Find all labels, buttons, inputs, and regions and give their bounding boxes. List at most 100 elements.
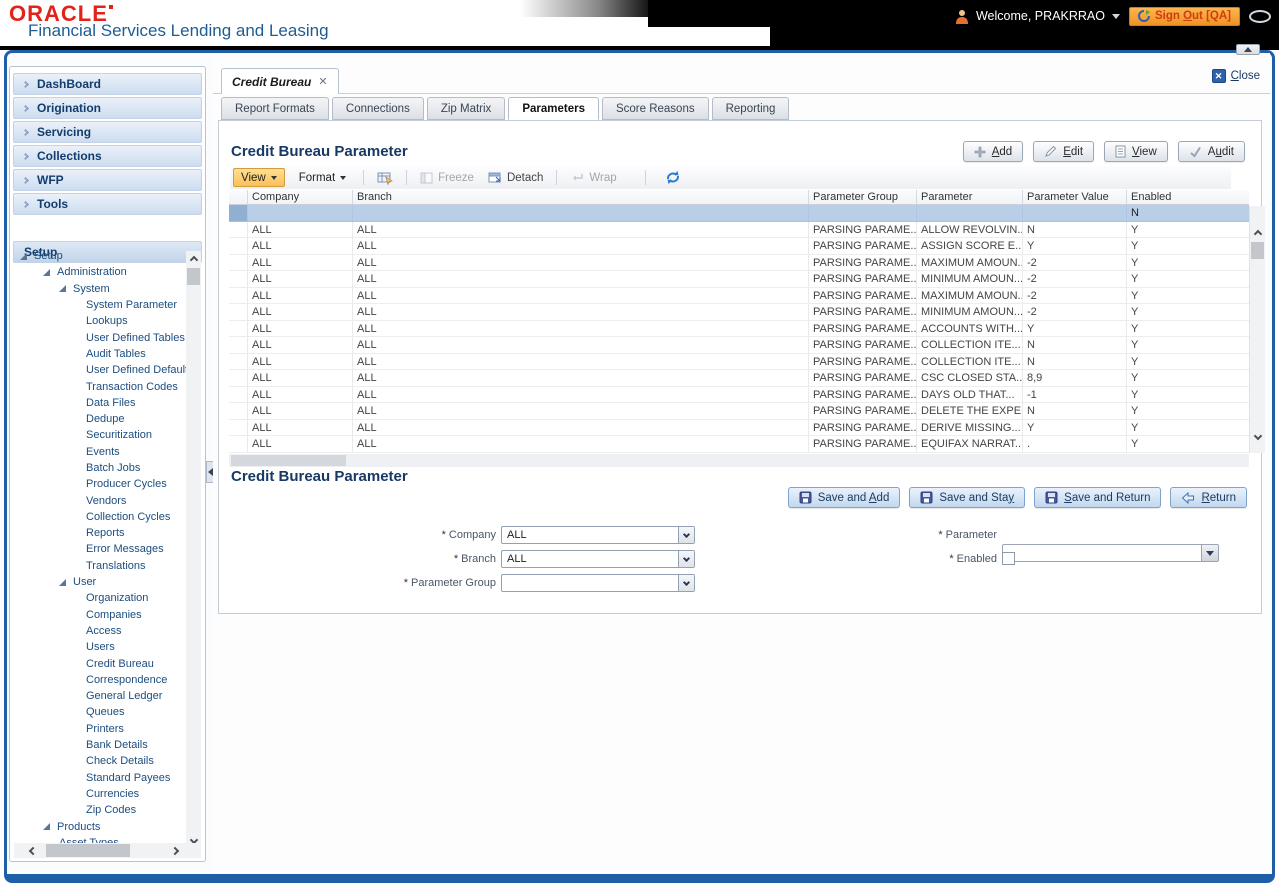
tree-item[interactable]: Correspondence xyxy=(14,672,190,688)
sidebar-menu-item[interactable]: Servicing xyxy=(13,121,202,143)
tree-item[interactable]: Reports xyxy=(14,525,190,541)
tree-item[interactable]: User Defined Tables xyxy=(14,329,190,345)
tree-item[interactable]: Organization xyxy=(14,590,190,606)
scroll-left-arrow[interactable] xyxy=(22,843,40,858)
table-row[interactable]: ALL ALL PARSING PARAME... MINIMUM AMOUN.… xyxy=(229,304,1249,321)
tree-item[interactable]: Producer Cycles xyxy=(14,476,190,492)
sidebar-menu-item[interactable]: Collections xyxy=(13,145,202,167)
save-and-stay-button[interactable]: Save and Stay xyxy=(909,487,1026,508)
tree-item[interactable]: Currencies xyxy=(14,786,190,802)
scroll-up-arrow[interactable] xyxy=(1250,224,1265,240)
tree-vertical-scrollbar[interactable] xyxy=(186,251,201,849)
tree-item[interactable]: Collection Cycles xyxy=(14,509,190,525)
table-row[interactable]: ALL ALL PARSING PARAME... CSC CLOSED STA… xyxy=(229,370,1249,387)
column-header-parameter-group[interactable]: Parameter Group xyxy=(809,190,917,204)
tree-expanded-icon[interactable] xyxy=(59,285,66,293)
branch-select[interactable]: ALL xyxy=(501,550,695,568)
table-vertical-scrollbar[interactable] xyxy=(1249,206,1265,453)
tree-horizontal-scrollbar[interactable] xyxy=(14,843,201,858)
tree-item[interactable]: Audit Tables xyxy=(14,346,190,362)
tree-item[interactable]: Products xyxy=(14,818,190,834)
tree-item[interactable]: Queues xyxy=(14,704,190,720)
subtab[interactable]: Report Formats xyxy=(221,97,329,120)
table-row[interactable]: ALL ALL PARSING PARAME... ASSIGN SCORE E… xyxy=(229,238,1249,255)
sidebar-menu-item[interactable]: DashBoard xyxy=(13,73,202,95)
parameter-group-select[interactable] xyxy=(501,574,695,592)
table-horizontal-scrollbar[interactable] xyxy=(229,454,1249,467)
column-header-branch[interactable]: Branch xyxy=(353,190,809,204)
tab-close-icon[interactable]: ✕ xyxy=(318,75,327,88)
tree-item[interactable]: Events xyxy=(14,444,190,460)
company-select[interactable]: ALL xyxy=(501,526,695,544)
tree-item[interactable]: Check Details xyxy=(14,753,190,769)
audit-button[interactable]: Audit xyxy=(1177,141,1245,162)
column-header-parameter-value[interactable]: Parameter Value xyxy=(1023,190,1127,204)
detach-button[interactable]: Detach xyxy=(484,171,547,184)
tree-item[interactable]: Zip Codes xyxy=(14,802,190,818)
tree-item[interactable]: Dedupe xyxy=(14,411,190,427)
sidebar-menu-item[interactable]: Origination xyxy=(13,97,202,119)
tree-item[interactable]: Lookups xyxy=(14,313,190,329)
table-row[interactable]: ALL ALL PARSING PARAME... COLLECTION ITE… xyxy=(229,337,1249,354)
return-button[interactable]: Return xyxy=(1170,487,1247,508)
scrollbar-thumb[interactable] xyxy=(187,268,200,285)
tree-item[interactable]: General Ledger xyxy=(14,688,190,704)
tree-item[interactable]: Access xyxy=(14,623,190,639)
tree-item[interactable]: Credit Bureau xyxy=(14,655,190,671)
view-button[interactable]: View xyxy=(1104,141,1168,162)
tree-expanded-icon[interactable] xyxy=(43,268,50,276)
table-row[interactable]: ALL ALL PARSING PARAME... DAYS OLD THAT.… xyxy=(229,386,1249,403)
column-header-enabled[interactable]: Enabled xyxy=(1127,190,1249,204)
table-row[interactable]: ALL ALL PARSING PARAME... MAXIMUM AMOUN.… xyxy=(229,254,1249,271)
subtab[interactable]: Connections xyxy=(331,97,424,120)
table-row[interactable]: ALL ALL PARSING PARAME... MINIMUM AMOUN.… xyxy=(229,271,1249,288)
refresh-button[interactable] xyxy=(661,170,685,185)
select-dropdown-button[interactable] xyxy=(678,551,694,567)
tree-item[interactable]: Error Messages xyxy=(14,541,190,557)
tree-expanded-icon[interactable] xyxy=(59,578,66,586)
subtab[interactable]: Score Reasons xyxy=(601,97,709,120)
tree-item[interactable]: Administration xyxy=(14,264,190,280)
sign-out-button[interactable]: Sign Out [QA] xyxy=(1128,6,1240,26)
tree-item[interactable]: Securitization xyxy=(14,427,190,443)
tree-item[interactable]: Batch Jobs xyxy=(14,460,190,476)
tree-expanded-icon[interactable] xyxy=(43,823,50,831)
table-row[interactable]: ALL ALL PARSING PARAME... COLLECTION ITE… xyxy=(229,353,1249,370)
format-menu-button[interactable]: Format xyxy=(291,168,354,187)
subtab[interactable]: Parameters xyxy=(508,97,599,120)
table-row[interactable]: ALL ALL PARSING PARAME... ALLOW REVOLVIN… xyxy=(229,221,1249,238)
tree-item[interactable]: Standard Payees xyxy=(14,770,190,786)
scrollbar-thumb[interactable] xyxy=(46,844,130,857)
collapse-up-button[interactable] xyxy=(1236,44,1260,55)
subtab[interactable]: Reporting xyxy=(711,97,790,120)
tree-item[interactable]: User Defined Default xyxy=(14,362,190,378)
scrollbar-thumb[interactable] xyxy=(1251,242,1264,259)
user-menu[interactable]: Welcome, PRAKRRAO xyxy=(955,9,1120,24)
column-header-company[interactable]: Company xyxy=(248,190,353,204)
table-row[interactable]: ALL ALL PARSING PARAME... DERIVE MISSING… xyxy=(229,419,1249,436)
table-row[interactable]: ALL ALL PARSING PARAME... EQUIFAX NARRAT… xyxy=(229,436,1249,453)
table-row[interactable]: ALL ALL PARSING PARAME... ACCOUNTS WITH.… xyxy=(229,320,1249,337)
tree-item[interactable]: Bank Details xyxy=(14,737,190,753)
query-by-example-button[interactable] xyxy=(373,171,397,185)
table-row[interactable]: ALL ALL PARSING PARAME... MAXIMUM AMOUN.… xyxy=(229,287,1249,304)
tab-credit-bureau[interactable]: Credit Bureau ✕ xyxy=(221,68,339,94)
tree-item[interactable]: Translations xyxy=(14,558,190,574)
edit-button[interactable]: Edit xyxy=(1033,141,1095,162)
session-indicator-icon[interactable] xyxy=(1249,9,1271,23)
tree-item[interactable]: Vendors xyxy=(14,492,190,508)
tree-expanded-icon[interactable] xyxy=(20,252,27,260)
tree-item[interactable]: Transaction Codes xyxy=(14,378,190,394)
tree-item[interactable]: User xyxy=(14,574,190,590)
save-and-add-button[interactable]: Save and Add xyxy=(787,487,901,508)
column-header-parameter[interactable]: Parameter xyxy=(917,190,1023,204)
tree-item[interactable]: Data Files xyxy=(14,395,190,411)
close-button[interactable]: ✕ Close xyxy=(1211,69,1260,83)
add-button[interactable]: Add xyxy=(962,141,1024,162)
table-row[interactable]: ALL ALL PARSING PARAME... DELETE THE EXP… xyxy=(229,403,1249,420)
tree-item[interactable]: System xyxy=(14,281,190,297)
save-and-return-button[interactable]: Save and Return xyxy=(1034,487,1162,508)
scroll-up-arrow[interactable] xyxy=(186,251,201,266)
table-row-selected[interactable]: N xyxy=(229,205,1249,222)
scroll-right-arrow[interactable] xyxy=(167,843,185,858)
